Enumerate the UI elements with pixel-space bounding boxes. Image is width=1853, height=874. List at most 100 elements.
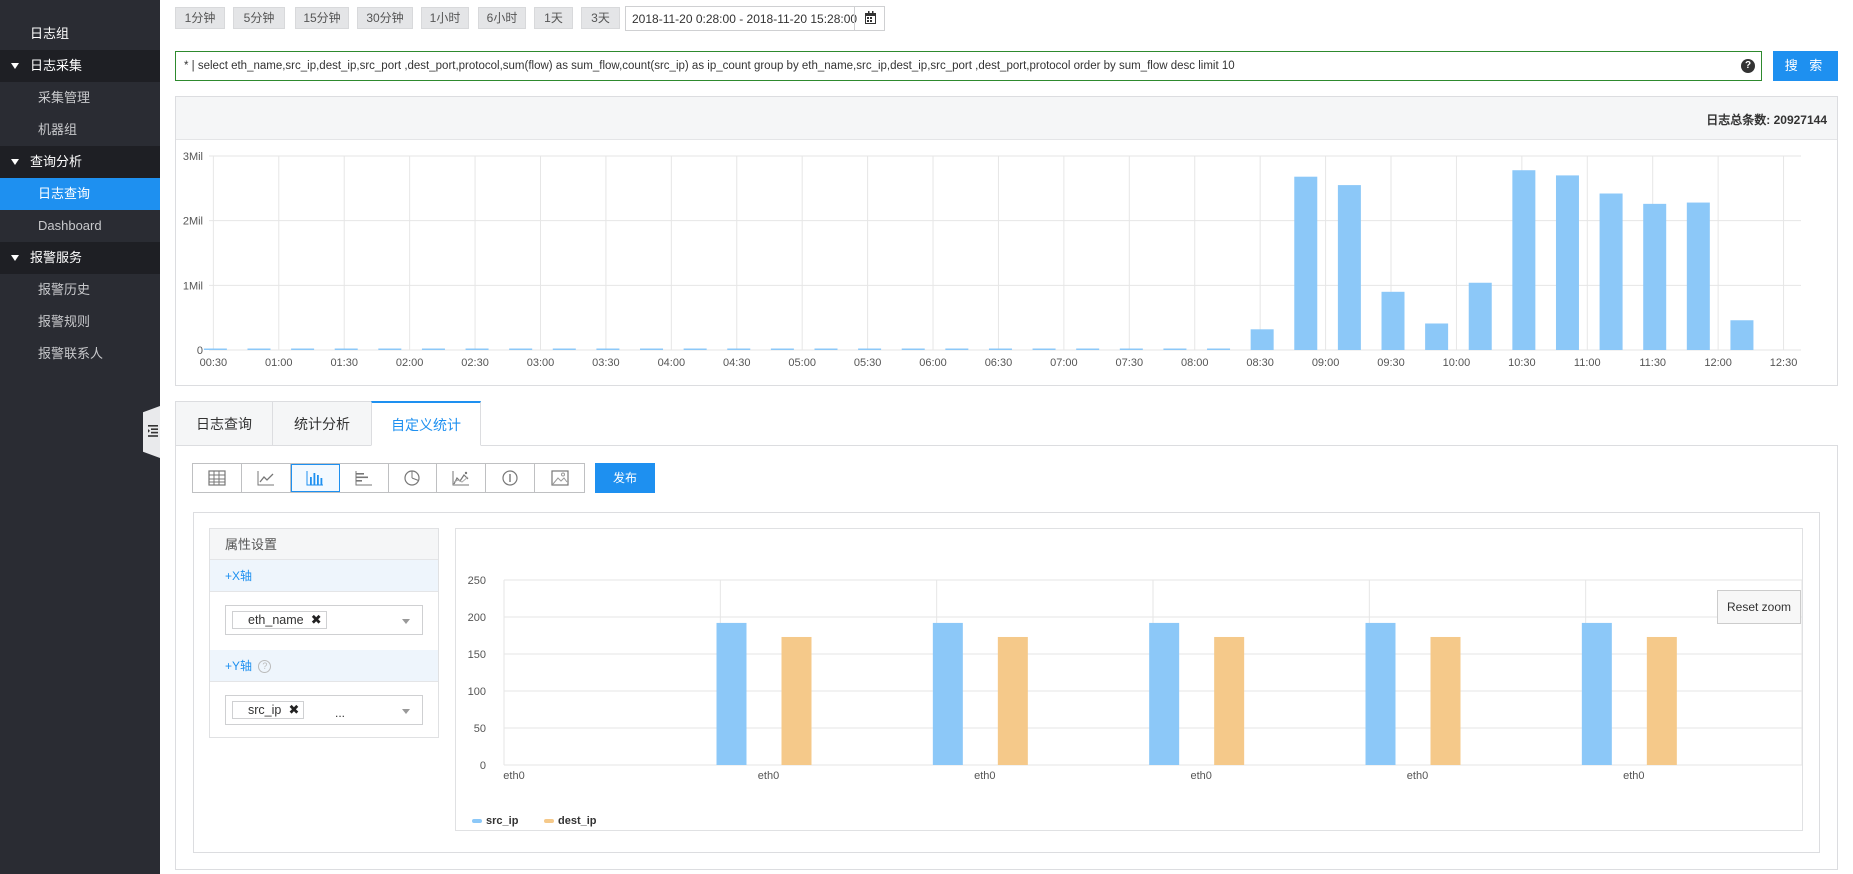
sidebar-item-8[interactable]: 报警历史 [0, 274, 160, 306]
help-icon[interactable]: ? [258, 660, 272, 674]
time-range-button[interactable]: 1天 [534, 7, 573, 29]
histogram-bar[interactable] [552, 348, 576, 351]
histogram-bar[interactable] [291, 348, 315, 351]
sidebar-item-9[interactable]: 报警规则 [0, 306, 160, 338]
histogram-bar[interactable] [465, 348, 489, 351]
histogram-bar[interactable] [1599, 193, 1623, 350]
histogram-bar[interactable] [1555, 175, 1579, 350]
histogram-bar[interactable] [509, 348, 533, 351]
custom-bar-chart[interactable]: 0 50 100 150 200 250 eth0 eth0 eth0 eth0 eth0 eth0 s… [456, 529, 1802, 830]
histogram-bar[interactable] [1076, 348, 1100, 351]
histogram-bar[interactable] [1468, 282, 1492, 350]
histogram-bar[interactable] [1730, 320, 1754, 350]
chart-type-button-6[interactable] [486, 464, 536, 492]
time-range-button[interactable]: 5分钟 [233, 7, 285, 29]
histogram-bar[interactable] [378, 348, 402, 351]
sidebar-item-2[interactable]: 采集管理 [0, 82, 160, 114]
histogram-bar[interactable] [1381, 291, 1405, 350]
add-x-axis[interactable]: +X轴 [210, 560, 438, 592]
histogram-bar[interactable] [1425, 323, 1449, 350]
y-tick-label: 150 [468, 649, 486, 661]
sidebar-item-0[interactable]: 日志组 [0, 18, 160, 50]
chevron-down-icon[interactable] [402, 709, 410, 714]
time-range-button[interactable]: 1分钟 [175, 7, 225, 29]
bar-src_ip[interactable] [932, 622, 963, 765]
chart-type-button-0[interactable] [193, 464, 242, 492]
chart-type-button-2[interactable] [290, 464, 340, 492]
chevron-down-icon[interactable] [402, 619, 410, 624]
histogram-bar[interactable] [334, 348, 358, 351]
add-y-axis[interactable]: +Y轴 ? [210, 650, 438, 682]
tab-0[interactable]: 日志查询 [175, 401, 273, 446]
histogram-bar[interactable] [858, 348, 882, 351]
bar-dest_ip[interactable] [1430, 636, 1461, 765]
histogram-bar[interactable] [683, 348, 707, 351]
sidebar-item-4[interactable]: 查询分析 [0, 146, 160, 178]
bar-src_ip[interactable] [1365, 622, 1396, 765]
histogram-bar[interactable] [1294, 176, 1318, 350]
histogram-bar[interactable] [596, 348, 620, 351]
chart-type-button-7[interactable] [535, 464, 584, 492]
sidebar-item-1[interactable]: 日志采集 [0, 50, 160, 82]
histogram-bar[interactable] [1119, 348, 1143, 351]
histogram-bar[interactable] [1512, 170, 1536, 350]
histogram-bar[interactable] [988, 348, 1012, 351]
histogram-bar[interactable] [421, 348, 445, 351]
publish-button[interactable]: 发布 [595, 463, 655, 493]
legend-label[interactable]: dest_ip [558, 815, 597, 827]
legend-label[interactable]: src_ip [486, 815, 519, 827]
sidebar-item-5[interactable]: 日志查询 [0, 178, 160, 210]
query-input[interactable]: * | select eth_name,src_ip,dest_ip,src_p… [175, 51, 1762, 81]
histogram-bar[interactable] [1032, 348, 1056, 351]
histogram-bar[interactable] [1643, 203, 1667, 350]
bar-src_ip[interactable] [1581, 622, 1612, 765]
histogram-bar[interactable] [1207, 348, 1231, 351]
bar-dest_ip[interactable] [781, 636, 812, 765]
query-help-icon[interactable]: ? [1741, 59, 1755, 73]
time-range-button[interactable]: 3天 [581, 7, 620, 29]
histogram-bar[interactable] [901, 348, 925, 351]
chart-type-button-5[interactable] [437, 464, 487, 492]
sidebar-item-6[interactable]: Dashboard [0, 210, 160, 242]
histogram-bar[interactable] [1163, 348, 1187, 351]
histogram-bar[interactable] [640, 348, 664, 351]
bar-src_ip[interactable] [716, 622, 747, 765]
reset-zoom-button[interactable]: Reset zoom [1717, 590, 1801, 624]
tab-1[interactable]: 统计分析 [272, 401, 372, 446]
time-range-button[interactable]: 15分钟 [295, 7, 349, 29]
histogram-bar[interactable] [945, 348, 969, 351]
time-range-button[interactable]: 30分钟 [357, 7, 413, 29]
y-axis-select[interactable]: src_ip ✖ ... [225, 695, 423, 725]
chart-type-button-3[interactable] [340, 464, 389, 492]
histogram-bar[interactable] [203, 348, 227, 351]
histogram-bar[interactable] [1337, 185, 1361, 350]
histogram-bar[interactable] [770, 348, 794, 351]
sidebar-item-10[interactable]: 报警联系人 [0, 338, 160, 370]
remove-tag-icon[interactable]: ✖ [311, 612, 322, 628]
remove-tag-icon[interactable]: ✖ [288, 702, 299, 718]
chart-type-button-1[interactable] [242, 464, 291, 492]
time-range-button[interactable]: 6小时 [478, 7, 526, 29]
bar-dest_ip[interactable] [1646, 636, 1677, 765]
date-range-picker[interactable]: 2018-11-20 0:28:00 - 2018-11-20 15:28:00 [625, 6, 885, 31]
bar-src_ip[interactable] [1149, 622, 1180, 765]
calendar-button[interactable] [854, 7, 884, 30]
x-axis-select[interactable]: eth_name ✖ [225, 605, 423, 635]
histogram-bar[interactable] [1686, 202, 1710, 350]
tab-2[interactable]: 自定义统计 [371, 401, 481, 446]
x-tick-label: 03:00 [527, 357, 555, 369]
search-button[interactable]: 搜 索 [1773, 51, 1838, 81]
sidebar-item-7[interactable]: 报警服务 [0, 242, 160, 274]
histogram-bar[interactable] [727, 348, 751, 351]
time-range-button[interactable]: 1小时 [421, 7, 469, 29]
sidebar-item-label: 机器组 [38, 122, 78, 137]
log-histogram-chart[interactable]: 0 1Mil 2Mil 3Mil 00:30 01:00 01:30 02:00 02:30 03… [175, 140, 1838, 386]
histogram-bar[interactable] [814, 348, 838, 351]
histogram-bar[interactable] [1250, 329, 1274, 350]
sidebar-item-3[interactable]: 机器组 [0, 114, 160, 146]
bar-dest_ip[interactable] [1214, 636, 1245, 765]
bar-dest_ip[interactable] [997, 636, 1028, 765]
histogram-bar[interactable] [247, 348, 271, 351]
sidebar-toggle[interactable] [143, 406, 160, 458]
chart-type-button-4[interactable] [389, 464, 438, 492]
